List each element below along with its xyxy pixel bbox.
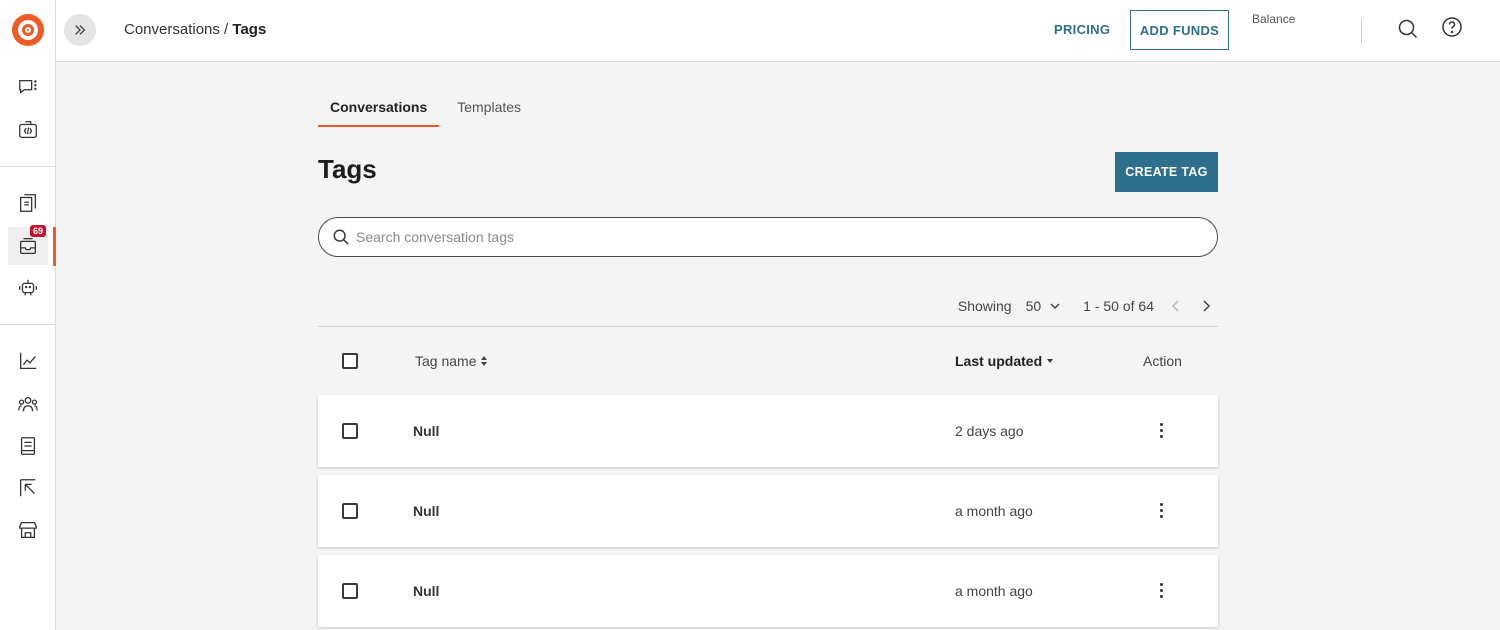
column-tag-name-label: Tag name <box>415 353 477 369</box>
chevron-down-icon <box>1050 303 1060 310</box>
breadcrumb-parent[interactable]: Conversations <box>124 21 220 38</box>
divider <box>318 326 1218 327</box>
store-icon[interactable] <box>8 511 48 549</box>
page-title: Tags <box>318 154 377 184</box>
add-funds-button[interactable]: ADD FUNDS <box>1130 10 1229 50</box>
book-icon[interactable] <box>8 427 48 465</box>
header-divider <box>1361 18 1362 44</box>
code-icon[interactable] <box>8 111 48 149</box>
chat-icon[interactable] <box>8 68 48 106</box>
search-icon <box>333 229 349 245</box>
search-bar <box>318 217 1218 257</box>
pricing-link[interactable]: PRICING <box>1054 22 1110 37</box>
page-size-value: 50 <box>1025 298 1042 314</box>
tab-conversations[interactable]: Conversations <box>318 90 440 127</box>
tab-templates[interactable]: Templates <box>445 90 533 127</box>
breadcrumb: Conversations / Tags <box>124 21 266 38</box>
inbox-icon[interactable]: 69 <box>8 225 48 265</box>
chevron-left-icon <box>1171 300 1179 312</box>
bot-icon[interactable] <box>8 269 48 307</box>
last-updated: 2 days ago <box>955 423 1024 439</box>
docs-icon[interactable] <box>8 184 48 222</box>
table-row[interactable]: Null a month ago <box>318 475 1218 547</box>
column-last-updated[interactable]: Last updated <box>955 353 1054 369</box>
prev-page-button[interactable] <box>1170 299 1182 313</box>
search-icon[interactable] <box>1395 16 1421 42</box>
showing-label: Showing <box>957 298 1012 314</box>
sort-icon <box>481 356 488 366</box>
table-row[interactable]: Null 2 days ago <box>318 395 1218 467</box>
select-all-checkbox[interactable] <box>342 353 358 369</box>
table-header: Tag name Last updated Action <box>318 342 1218 382</box>
breadcrumb-separator: / <box>219 21 233 38</box>
column-tag-name[interactable]: Tag name <box>415 353 488 369</box>
brand-logo-icon[interactable] <box>12 14 44 46</box>
last-updated: a month ago <box>955 583 1033 599</box>
page-size-select[interactable]: 50 <box>1026 298 1062 314</box>
top-bar: Conversations / Tags PRICING ADD FUNDS B… <box>56 0 1500 62</box>
page-range: 1 - 50 of 64 <box>1083 298 1154 314</box>
chevrons-right-icon <box>75 25 86 35</box>
sort-desc-icon <box>1047 359 1054 363</box>
balance-label: Balance <box>1252 12 1296 26</box>
rail-divider <box>0 166 56 167</box>
more-actions-icon[interactable] <box>1154 579 1168 601</box>
row-checkbox[interactable] <box>342 583 358 599</box>
more-actions-icon[interactable] <box>1154 419 1168 441</box>
search-input[interactable] <box>356 229 1176 245</box>
notification-badge: 69 <box>30 225 47 237</box>
analytics-icon[interactable] <box>8 342 48 380</box>
row-checkbox[interactable] <box>342 503 358 519</box>
tag-name: Null <box>413 503 440 519</box>
create-tag-button[interactable]: CREATE TAG <box>1115 152 1218 192</box>
row-checkbox[interactable] <box>342 423 358 439</box>
active-indicator <box>53 227 56 266</box>
chevron-right-icon <box>1203 300 1211 312</box>
last-updated: a month ago <box>955 503 1033 519</box>
column-last-updated-label: Last updated <box>955 353 1043 369</box>
left-nav-rail: 69 <box>0 0 56 630</box>
next-page-button[interactable] <box>1200 299 1212 313</box>
tag-name: Null <box>413 583 440 599</box>
rail-divider <box>0 324 56 325</box>
more-actions-icon[interactable] <box>1154 499 1168 521</box>
pagination: Showing 50 1 - 50 of 64 <box>958 296 1218 316</box>
breadcrumb-current: Tags <box>232 21 267 38</box>
expand-sidebar-button[interactable] <box>64 14 96 46</box>
tag-name: Null <box>413 423 440 439</box>
help-icon[interactable] <box>1439 14 1465 40</box>
users-icon[interactable] <box>8 385 48 423</box>
tab-bar: Conversations Templates <box>318 90 533 127</box>
column-action: Action <box>1143 353 1182 369</box>
cursor-icon[interactable] <box>8 469 48 507</box>
table-row[interactable]: Null a month ago <box>318 555 1218 627</box>
